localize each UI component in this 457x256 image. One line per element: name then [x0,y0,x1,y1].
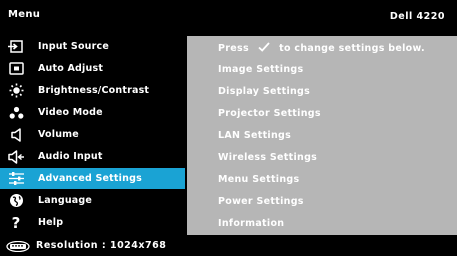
menu-item-video-mode[interactable]: Video Mode [0,102,185,123]
menu-item-input-source[interactable]: Input Source [0,36,185,57]
submenu-item-wireless-settings[interactable]: Wireless Settings [218,152,317,163]
auto-adjust-icon [6,62,26,76]
submenu-item-information[interactable]: Information [218,218,284,229]
submenu-item-projector-settings[interactable]: Projector Settings [218,108,321,119]
menu-item-advanced-settings[interactable]: Advanced Settings [0,168,185,189]
submenu-item-power-settings[interactable]: Power Settings [218,196,304,207]
status-bar: Resolution : 1024x768 [0,235,457,256]
language-icon [6,194,26,208]
menu-item-label: Input Source [38,41,110,52]
help-icon: ? [11,213,21,232]
menu-item-label: Video Mode [38,107,103,118]
menu-item-label: Language [38,195,93,206]
hint-suffix: to change settings below. [279,43,425,54]
submenu-item-menu-settings[interactable]: Menu Settings [218,174,299,185]
menu-item-audio-input[interactable]: Audio Input [0,146,185,167]
title-bar: Menu Dell 4220 [0,0,457,33]
video-mode-icon [6,106,26,120]
menu-item-label: Brightness/Contrast [38,85,150,96]
advanced-settings-icon [6,172,26,186]
resolution-icon [6,240,30,252]
main-menu: Input Source Auto Adjust Brightness/Cont… [0,36,185,236]
menu-item-label: Help [38,217,64,228]
menu-item-label: Volume [38,129,79,140]
menu-item-label: Auto Adjust [38,63,104,74]
menu-item-volume[interactable]: Volume [0,124,185,145]
submenu-hint: Press to change settings below. [218,42,425,54]
model-name: Dell 4220 [389,11,445,22]
resolution-text: Resolution : 1024x768 [36,240,167,251]
menu-item-language[interactable]: Language [0,190,185,211]
submenu-panel: Press to change settings below. Image Se… [187,36,457,235]
brightness-icon [6,83,26,98]
input-source-icon [6,40,26,54]
menu-title: Menu [8,9,41,20]
submenu-item-display-settings[interactable]: Display Settings [218,86,310,97]
volume-icon [6,127,26,142]
menu-item-help[interactable]: ? Help [0,212,185,233]
menu-item-label: Audio Input [38,151,103,162]
hint-prefix: Press [218,43,249,54]
osd-menu: Menu Dell 4220 Input Source Auto Adjust … [0,0,457,256]
submenu-item-lan-settings[interactable]: LAN Settings [218,130,291,141]
submenu-item-image-settings[interactable]: Image Settings [218,64,303,75]
checkmark-icon [257,42,270,52]
menu-item-auto-adjust[interactable]: Auto Adjust [0,58,185,79]
menu-item-brightness-contrast[interactable]: Brightness/Contrast [0,80,185,101]
audio-input-icon [6,149,26,164]
menu-item-label: Advanced Settings [38,173,142,184]
